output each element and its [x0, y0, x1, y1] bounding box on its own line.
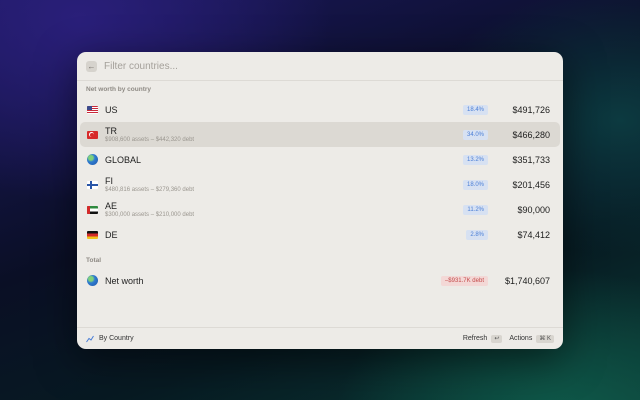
list-item-net-worth[interactable]: Net worth –$931.7K debt $1,740,607: [80, 268, 560, 293]
list-item-fi[interactable]: FI $480,816 assets – $279,360 debt 18.0%…: [80, 172, 560, 197]
section-title-total: Total: [86, 257, 102, 264]
search-input[interactable]: [104, 60, 404, 72]
refresh-button[interactable]: Refresh: [463, 335, 488, 342]
ae-flag-icon: [87, 205, 98, 214]
amount-value: $90,000: [517, 204, 550, 215]
country-code: TR: [105, 125, 117, 136]
list-item-us[interactable]: US 18.4% $491,726: [80, 97, 560, 122]
back-arrow-icon[interactable]: ←: [86, 60, 97, 72]
amount-value: $351,733: [512, 154, 550, 165]
country-code: DE: [105, 229, 118, 240]
fi-flag-icon: [87, 180, 98, 189]
amount-value: $466,280: [512, 129, 550, 140]
command-palette-window: ← Net worth by country US 18.4% $491,726…: [77, 52, 563, 349]
tr-flag-icon: [87, 130, 98, 139]
total-amount: $1,740,607: [504, 275, 550, 286]
country-code: AE: [105, 200, 118, 211]
search-bar: ←: [77, 52, 563, 81]
assets-debt-detail: $908,600 assets – $442,320 debt: [105, 136, 195, 143]
globe-icon: [87, 154, 98, 165]
country-code: FI: [105, 175, 113, 186]
list-item-global[interactable]: GLOBAL 13.2% $351,733: [80, 147, 560, 172]
percent-badge: 34.0%: [462, 129, 488, 140]
globe-icon: [87, 275, 98, 286]
actions-button[interactable]: Actions: [509, 335, 532, 342]
list-item-tr[interactable]: TR $908,600 assets – $442,320 debt 34.0%…: [80, 122, 560, 147]
country-code: GLOBAL: [105, 154, 142, 165]
section-title-countries: Net worth by country: [86, 86, 152, 93]
de-flag-icon: [87, 230, 98, 239]
amount-value: $491,726: [512, 104, 550, 115]
percent-badge: 18.0%: [462, 179, 488, 190]
percent-badge: 11.2%: [463, 204, 488, 215]
footer-bar: By Country Refresh ↩ Actions ⌘ K: [77, 327, 563, 349]
amount-value: $74,412: [517, 229, 550, 240]
percent-badge: 18.4%: [462, 104, 488, 115]
us-flag-icon: [87, 105, 98, 114]
assets-debt-detail: $300,000 assets – $210,000 debt: [105, 211, 195, 218]
net-worth-label: Net worth: [105, 275, 144, 286]
line-chart-icon: [86, 335, 94, 342]
view-mode-label[interactable]: By Country: [99, 335, 134, 342]
list-item-de[interactable]: DE 2.8% $74,412: [80, 222, 560, 247]
percent-badge: 2.8%: [466, 229, 488, 240]
list-item-ae[interactable]: AE $300,000 assets – $210,000 debt 11.2%…: [80, 197, 560, 222]
debt-badge: –$931.7K debt: [440, 275, 488, 286]
percent-badge: 13.2%: [462, 154, 488, 165]
country-code: US: [105, 104, 118, 115]
command-k-shortcut: ⌘ K: [536, 334, 554, 343]
assets-debt-detail: $480,816 assets – $279,360 debt: [105, 186, 195, 193]
enter-key-icon: ↩: [491, 334, 503, 343]
amount-value: $201,456: [512, 179, 550, 190]
